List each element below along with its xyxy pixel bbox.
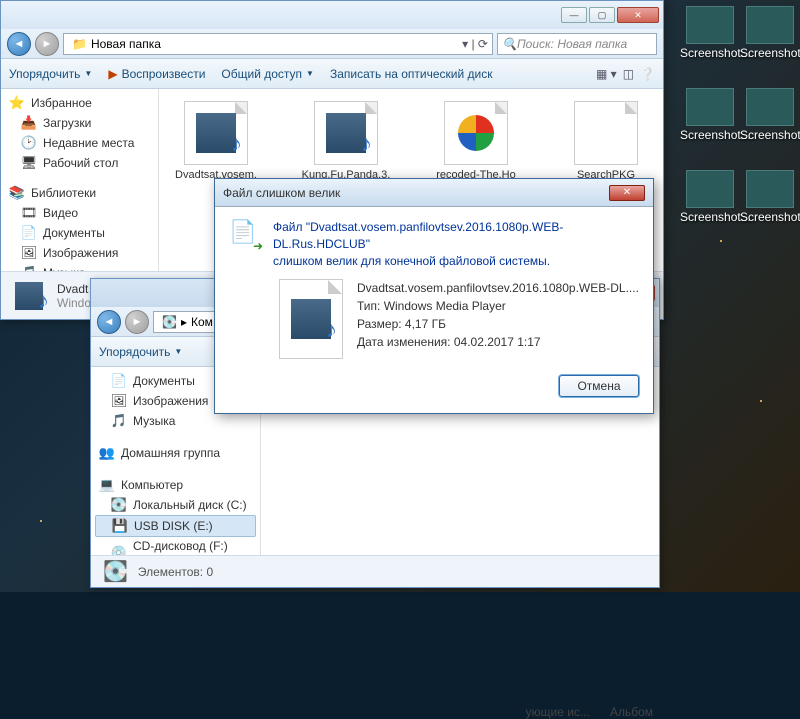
desktop-shortcut[interactable]: Screenshot... (740, 6, 800, 60)
drive-icon: 💽 (103, 559, 128, 584)
video-icon: 🎞 (21, 205, 37, 221)
forward-button[interactable]: ► (35, 32, 59, 56)
minimize-button[interactable]: ― (561, 7, 587, 23)
share-menu[interactable]: Общий доступ▼ (221, 67, 314, 81)
desktop-shortcut[interactable]: Screenshot... (740, 170, 800, 224)
column-header[interactable]: Альбом (610, 705, 653, 719)
computer-icon: 💻 (99, 477, 115, 493)
recent-icon: 🕑 (21, 135, 37, 151)
cancel-button[interactable]: Отмена (559, 375, 639, 397)
file-item[interactable]: SearchPKG (561, 101, 651, 182)
pictures-icon: 🖼 (21, 245, 37, 261)
computer-group[interactable]: 💻Компьютер (91, 475, 260, 495)
downloads-icon: 📥 (21, 115, 37, 131)
forward-button[interactable]: ► (125, 310, 149, 334)
drive-icon: 💽 (162, 315, 177, 329)
desktop-shortcut[interactable]: Screenshot... (680, 88, 740, 142)
sidebar-documents[interactable]: 📄Документы (1, 223, 158, 243)
burn-button[interactable]: Записать на оптический диск (330, 67, 493, 81)
detail-filetype: Windo (57, 296, 91, 310)
sidebar-downloads[interactable]: 📥Загрузки (1, 113, 158, 133)
sidebar-videos[interactable]: 🎞Видео (1, 203, 158, 223)
homegroup[interactable]: 👥Домашняя группа (91, 443, 260, 463)
dialog-title[interactable]: Файл слишком велик ✕ (215, 179, 653, 207)
sidebar-usbdisk[interactable]: 💾USB DISK (E:) (95, 515, 256, 537)
preview-pane-icon[interactable]: ◫ (623, 67, 634, 81)
pictures-icon: 🖼 (111, 393, 127, 409)
documents-icon: 📄 (111, 373, 127, 389)
favorites-group[interactable]: ⭐Избранное (1, 93, 158, 113)
error-dialog: Файл слишком велик ✕ Файл "Dvadtsat.vose… (214, 178, 654, 414)
homegroup-icon: 👥 (99, 445, 115, 461)
libraries-group[interactable]: 📚Библиотеки (1, 183, 158, 203)
file-thumbnail (279, 279, 343, 359)
back-button[interactable]: ◄ (7, 32, 31, 56)
close-button[interactable]: ✕ (609, 185, 645, 201)
maximize-button[interactable]: ▢ (589, 7, 615, 23)
toolbar: Упорядочить▼ ▶Воспроизвести Общий доступ… (1, 59, 663, 89)
documents-icon: 📄 (21, 225, 37, 241)
organize-menu[interactable]: Упорядочить▼ (99, 345, 182, 359)
sidebar-pictures[interactable]: 🖼Изображения (1, 243, 158, 263)
file-move-icon (229, 219, 261, 251)
desktop-shortcut[interactable]: Screenshot... (740, 88, 800, 142)
star-icon: ⭐ (9, 95, 25, 111)
usb-icon: 💾 (112, 518, 128, 534)
file-item[interactable]: recoded-The.Ho (431, 101, 521, 182)
view-icon[interactable]: ▦ ▾ (596, 67, 617, 81)
file-item[interactable]: Kung.Fu.Panda.3. (301, 101, 391, 182)
desktop-shortcut[interactable]: Screenshot... (680, 6, 740, 60)
sidebar-localdisk[interactable]: 💽Локальный диск (C:) (91, 495, 260, 515)
address-bar: ◄ ► 📁Новая папка ▾ | ⟳ 🔍 Поиск: Новая па… (1, 29, 663, 59)
sidebar-recent[interactable]: 🕑Недавние места (1, 133, 158, 153)
disk-icon: 💽 (111, 497, 127, 513)
status-text: Элементов: 0 (138, 565, 213, 579)
libraries-icon: 📚 (9, 185, 25, 201)
back-button[interactable]: ◄ (97, 310, 121, 334)
help-icon[interactable]: ❔ (640, 67, 655, 81)
column-header[interactable]: ующие ис... (526, 705, 590, 719)
folder-icon: 📁 (72, 37, 87, 51)
file-item[interactable]: Dvadtsat.vosem. (171, 101, 261, 182)
organize-menu[interactable]: Упорядочить▼ (9, 67, 92, 81)
sidebar-desktop[interactable]: 🖥Рабочий стол (1, 153, 158, 173)
breadcrumb[interactable]: 📁Новая папка ▾ | ⟳ (63, 33, 493, 55)
file-info: Dvadtsat.vosem.panfilovtsev.2016.1080p.W… (357, 279, 639, 359)
dialog-message: Файл "Dvadtsat.vosem.panfilovtsev.2016.1… (273, 219, 639, 269)
close-button[interactable]: ✕ (617, 7, 659, 23)
play-button[interactable]: ▶Воспроизвести (108, 67, 205, 81)
titlebar[interactable]: ― ▢ ✕ (1, 1, 663, 29)
desktop-shortcut[interactable]: Screenshot... (680, 170, 740, 224)
search-input[interactable]: 🔍 Поиск: Новая папка (497, 33, 657, 55)
detail-filename: Dvadt (57, 282, 91, 296)
desktop-icon: 🖥 (21, 155, 37, 171)
music-icon: 🎵 (111, 413, 127, 429)
status-bar: 💽 Элементов: 0 (91, 555, 659, 587)
